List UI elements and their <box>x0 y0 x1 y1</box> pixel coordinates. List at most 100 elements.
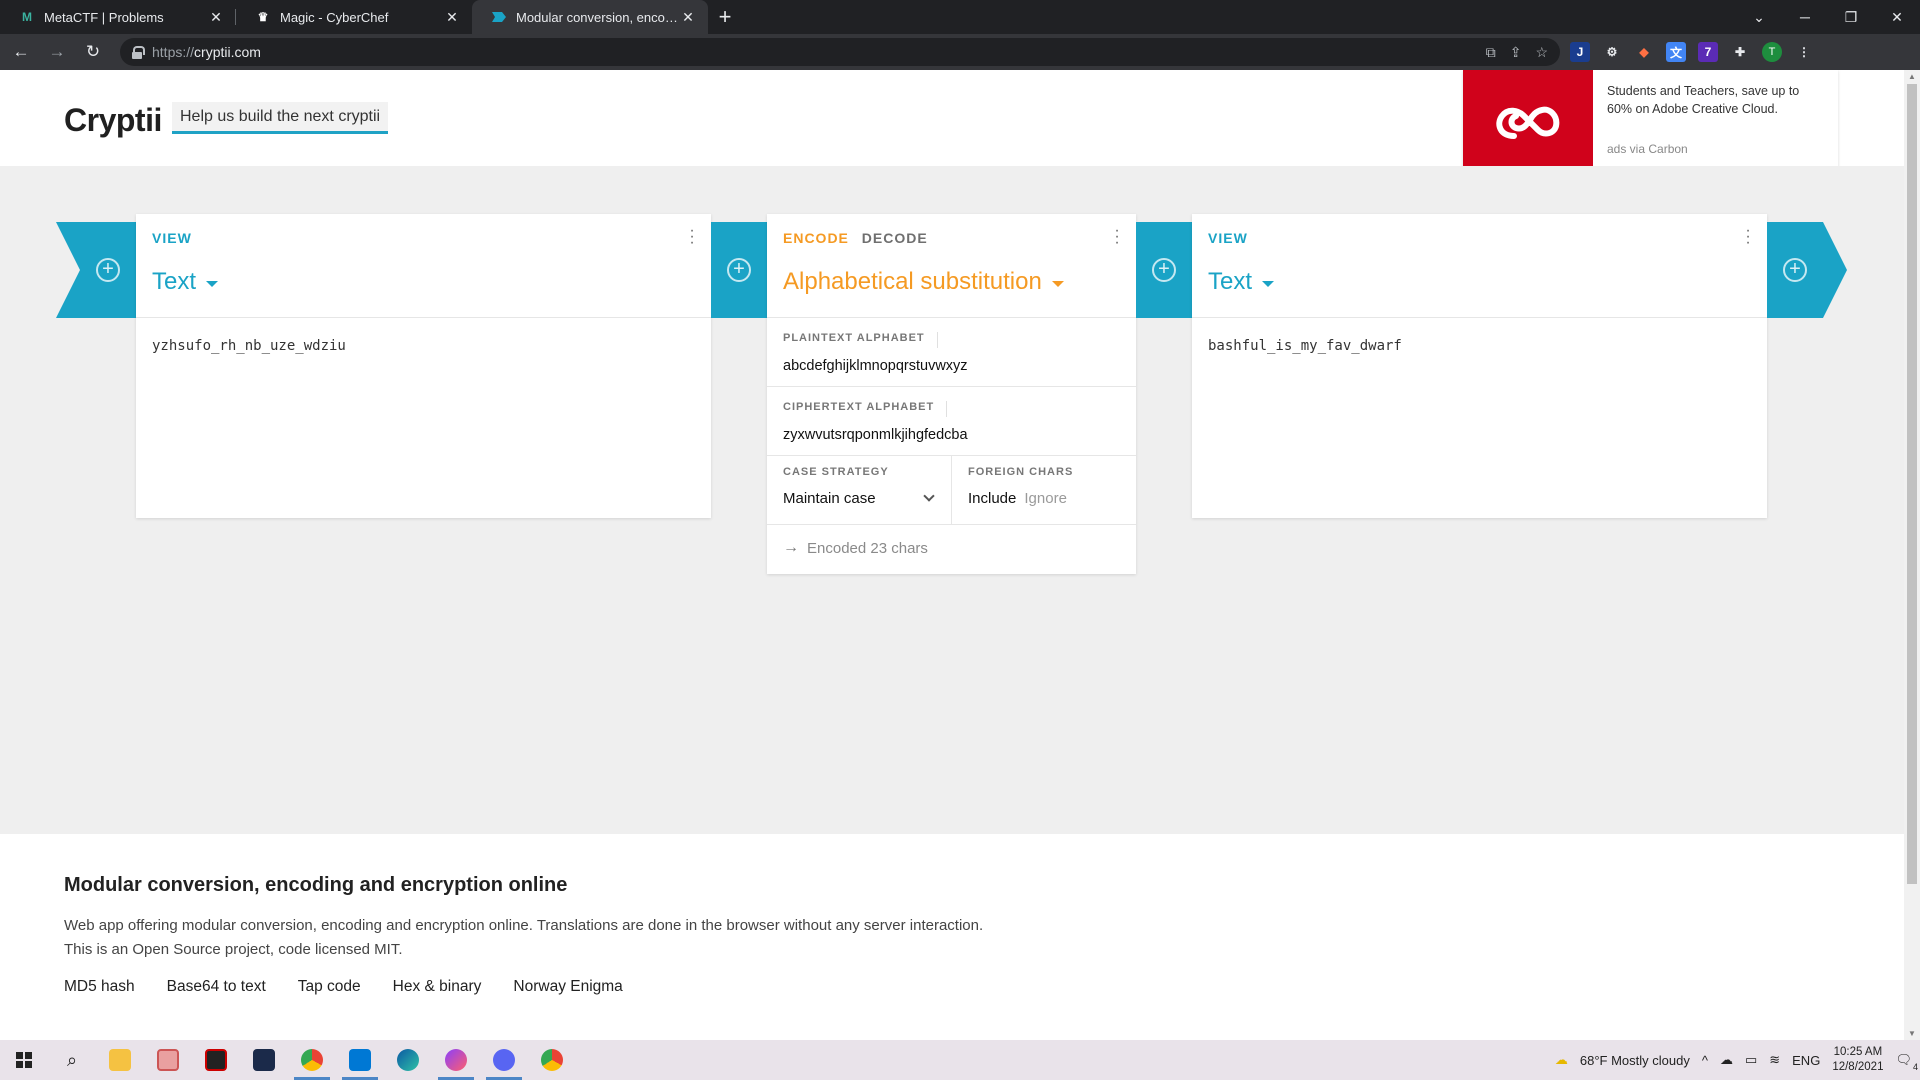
more-options-icon[interactable]: · · · <box>1114 223 1120 251</box>
case-strategy-select[interactable]: CASE STRATEGY Maintain case <box>767 456 951 524</box>
footer-link[interactable]: Hex & binary <box>393 978 482 996</box>
translate-icon[interactable]: ⧉ <box>1486 44 1496 61</box>
tab-cryptii[interactable]: Modular conversion, encoding and encrypt… <box>472 0 708 34</box>
extension-gear-icon[interactable]: ⚙ <box>1602 42 1622 62</box>
vscode-icon[interactable] <box>336 1040 384 1080</box>
field-label: CASE STRATEGY <box>783 466 889 478</box>
extension-purple-icon[interactable]: 7 <box>1698 42 1718 62</box>
bookmark-star-icon[interactable]: ☆ <box>1535 44 1548 61</box>
carbon-ad[interactable]: Students and Teachers, save up to 60% on… <box>1463 70 1838 170</box>
dev-app-icon[interactable] <box>240 1040 288 1080</box>
input-text-area[interactable]: yzhsufo_rh_nb_uze_wdziu <box>136 318 711 518</box>
profile-avatar[interactable]: T <box>1762 42 1782 62</box>
tab-metactf[interactable]: M MetaCTF | Problems ✕ <box>0 0 236 34</box>
extension-fox-icon[interactable]: ◆ <box>1634 42 1654 62</box>
creative-cloud-icon[interactable] <box>1463 70 1593 170</box>
viewer-select[interactable]: Text <box>1208 268 1275 296</box>
ciphertext-alphabet-field[interactable]: CIPHERTEXT ALPHABET zyxwvutsrqponmlkjihg… <box>767 387 1136 456</box>
viewer-select[interactable]: Text <box>152 268 219 296</box>
brand-logo[interactable]: Cryptii <box>64 102 162 139</box>
snipping-tool-icon[interactable] <box>144 1040 192 1080</box>
encode-tab[interactable]: ENCODE <box>783 230 849 246</box>
browser-tab-strip: M MetaCTF | Problems ✕ ♛ Magic - CyberCh… <box>0 0 1920 34</box>
more-options-icon[interactable]: · · · <box>1745 223 1751 251</box>
notification-center-icon[interactable]: 🗨 4 <box>1895 1052 1918 1072</box>
encoder-select[interactable]: Alphabetical substitution <box>783 268 1064 296</box>
add-icon[interactable]: + <box>727 258 751 282</box>
minimize-button[interactable]: ─ <box>1782 0 1828 34</box>
close-window-button[interactable]: ✕ <box>1874 0 1920 34</box>
start-button[interactable] <box>0 1040 48 1080</box>
restore-button[interactable]: ❐ <box>1828 0 1874 34</box>
case-strategy-value: Maintain case <box>783 490 876 507</box>
display-icon[interactable]: ▭ <box>1745 1052 1757 1068</box>
footer-link[interactable]: MD5 hash <box>64 978 135 996</box>
edge-icon[interactable] <box>384 1040 432 1080</box>
close-tab-icon[interactable]: ✕ <box>444 9 460 26</box>
tab-title: Magic - CyberChef <box>280 9 389 25</box>
browser-menu-icon[interactable]: ⋮ <box>1794 42 1814 62</box>
language-indicator[interactable]: ENG <box>1792 1053 1820 1068</box>
chrome-taskbar-icon[interactable] <box>288 1040 336 1080</box>
scroll-down-icon[interactable]: ▼ <box>1908 1029 1916 1038</box>
add-icon[interactable]: + <box>96 258 120 282</box>
close-tab-icon[interactable]: ✕ <box>680 9 696 26</box>
field-label: FOREIGN CHARS <box>968 466 1074 478</box>
lock-icon[interactable] <box>132 46 145 59</box>
reload-button[interactable]: ↻ <box>78 37 108 67</box>
page-scrollbar[interactable]: ▲ ▼ <box>1904 70 1920 1040</box>
more-options-icon[interactable]: · · · <box>689 223 695 251</box>
extensions-area: J ⚙ ◆ 文 7 ✚ T ⋮ <box>1570 42 1814 62</box>
footer-links: MD5 hash Base64 to text Tap code Hex & b… <box>64 978 623 996</box>
ad-text[interactable]: Students and Teachers, save up to 60% on… <box>1607 82 1824 118</box>
search-icon[interactable]: ⌕ <box>48 1040 96 1080</box>
messenger-icon[interactable] <box>432 1040 480 1080</box>
onedrive-icon[interactable]: ☁ <box>1720 1052 1733 1068</box>
view-label: VIEW <box>1208 230 1248 246</box>
back-button[interactable]: ← <box>6 37 36 67</box>
footer-link[interactable]: Tap code <box>298 978 361 996</box>
ad-via-label[interactable]: ads via Carbon <box>1607 140 1688 158</box>
viewer-name: Text <box>1208 268 1253 295</box>
add-brick-connector[interactable]: + <box>711 222 767 318</box>
scrollbar-thumb[interactable] <box>1907 84 1917 884</box>
footer-link[interactable]: Base64 to text <box>167 978 266 996</box>
chrome-alt-icon[interactable] <box>528 1040 576 1080</box>
ciphertext-alphabet-input[interactable]: zyxwvutsrqponmlkjihgfedcba <box>783 427 1120 443</box>
extension-translate-icon[interactable]: 文 <box>1666 42 1686 62</box>
add-brick-connector[interactable]: + <box>1136 222 1192 318</box>
forward-button[interactable]: → <box>42 37 72 67</box>
discord-icon[interactable] <box>480 1040 528 1080</box>
extensions-puzzle-icon[interactable]: ✚ <box>1730 42 1750 62</box>
share-icon[interactable]: ⇪ <box>1510 44 1522 61</box>
new-tab-button[interactable]: + <box>708 0 742 34</box>
output-text-area[interactable]: bashful_is_my_fav_dwarf <box>1192 318 1767 518</box>
decode-tab[interactable]: DECODE <box>862 230 928 246</box>
clock[interactable]: 10:25 AM 12/8/2021 <box>1832 1045 1883 1075</box>
clock-date: 12/8/2021 <box>1832 1061 1884 1073</box>
help-us-link[interactable]: Help us build the next cryptii <box>172 102 389 134</box>
weather-cloud-icon[interactable]: ☁ <box>1555 1052 1568 1068</box>
add-brick-connector-end[interactable]: + <box>1767 222 1847 318</box>
wifi-icon[interactable]: ≋ <box>1769 1052 1780 1068</box>
footer-link[interactable]: Norway Enigma <box>513 978 622 996</box>
weather-text[interactable]: 68°F Mostly cloudy <box>1580 1053 1690 1068</box>
terminal-app-icon[interactable] <box>192 1040 240 1080</box>
add-icon[interactable]: + <box>1152 258 1176 282</box>
close-tab-icon[interactable]: ✕ <box>208 9 224 26</box>
file-explorer-icon[interactable] <box>96 1040 144 1080</box>
tab-cyberchef[interactable]: ♛ Magic - CyberChef ✕ <box>236 0 472 34</box>
plaintext-alphabet-input[interactable]: abcdefghijklmnopqrstuvwxyz <box>783 358 1120 374</box>
address-bar[interactable]: https:// cryptii.com ⧉ ⇪ ☆ <box>120 38 1560 66</box>
scroll-up-icon[interactable]: ▲ <box>1908 72 1916 81</box>
clock-time: 10:25 AM <box>1833 1046 1883 1058</box>
chevron-up-icon[interactable]: ^ <box>1702 1053 1708 1068</box>
add-icon[interactable]: + <box>1783 258 1807 282</box>
extension-j-icon[interactable]: J <box>1570 42 1590 62</box>
tab-title: Modular conversion, encoding and encrypt… <box>516 9 680 25</box>
foreign-include-option[interactable]: Include <box>968 490 1016 507</box>
foreign-ignore-option[interactable]: Ignore <box>1024 490 1067 507</box>
tab-search-icon[interactable]: ⌄ <box>1736 0 1782 34</box>
plaintext-alphabet-field[interactable]: PLAINTEXT ALPHABET abcdefghijklmnopqrstu… <box>767 318 1136 387</box>
add-brick-connector-start[interactable]: + <box>56 222 136 318</box>
